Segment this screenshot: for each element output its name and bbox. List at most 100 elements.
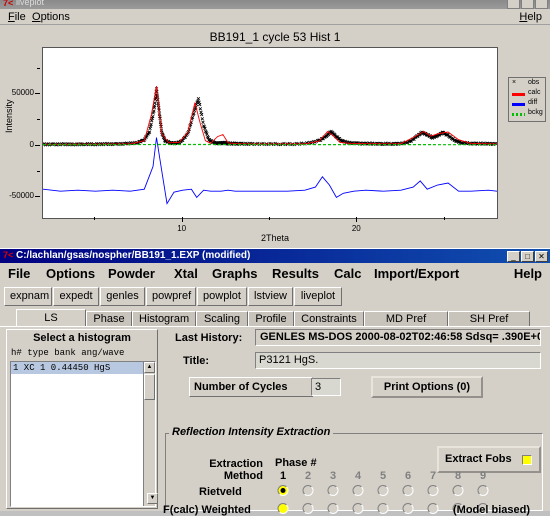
toolbar-button-expnam[interactable]: expnam xyxy=(4,287,52,306)
gsas-icon: 7< xyxy=(3,0,14,8)
menu-item-options[interactable]: Options xyxy=(46,266,95,281)
liveplot-window-buttons[interactable] xyxy=(506,0,548,9)
fcalc-weighted-radio-phase-5[interactable] xyxy=(377,503,389,514)
menu-item-calc[interactable]: Calc xyxy=(334,266,361,281)
toolbar-button-powplot[interactable]: powplot xyxy=(197,287,247,306)
xtick-mark-minor xyxy=(443,217,445,220)
xtick-mark-minor xyxy=(94,217,96,220)
expgui-window-buttons[interactable]: _ □ ✕ xyxy=(506,250,548,262)
chart-title: BB191_1 cycle 53 Hist 1 xyxy=(209,30,341,44)
tab-scaling[interactable]: Scaling xyxy=(196,311,248,327)
legend-entry: calc xyxy=(511,89,543,100)
phase-number-5: 5 xyxy=(379,470,387,482)
title-label: Title: xyxy=(183,355,210,367)
fcalc-weighted-radio-phase-6[interactable] xyxy=(402,503,414,514)
histogram-scrollbar[interactable]: ▲ ▼ xyxy=(143,362,158,506)
fcalc-weighted-radio-phase-3[interactable] xyxy=(327,503,339,514)
print-options-button[interactable]: Print Options (0) xyxy=(371,376,483,398)
expgui-tabbar[interactable]: LS ControlsPhaseHistogramScalingProfileC… xyxy=(0,309,550,340)
rietveld-radio-phase-3[interactable] xyxy=(327,485,339,496)
liveplot-window: 7< liveplot FFileile Options Help BB191_… xyxy=(0,0,550,248)
expgui-toolbar[interactable]: expnam expedt genles powpref powplot lstview l… xyxy=(0,285,550,309)
title-input[interactable]: P3121 HgS. xyxy=(255,352,541,369)
extract-fobs-checkbox[interactable] xyxy=(522,455,532,465)
histogram-selector-title: Select a histogram xyxy=(33,332,131,344)
rietveld-radio-phase-9[interactable] xyxy=(477,485,489,496)
toolbar-button-lstview[interactable]: lstview xyxy=(248,287,293,306)
liveplot-menubar[interactable]: FFileile Options Help xyxy=(0,9,550,25)
menu-item-help[interactable]: Help xyxy=(519,11,542,23)
menu-item-file[interactable]: FFileile xyxy=(8,11,26,23)
minimize-icon[interactable]: _ xyxy=(507,251,520,262)
menu-item-powder[interactable]: Powder xyxy=(108,266,155,281)
extract-fobs-button[interactable]: Extract Fobs xyxy=(437,446,541,473)
chart-yaxis-ticks: 50000 0 -50000 xyxy=(0,47,40,219)
extraction-method-label-line1: Extraction xyxy=(209,458,263,470)
menu-item-file[interactable]: File xyxy=(8,266,30,281)
histogram-selector-panel: Select a histogram h# type bank ang/wave… xyxy=(6,329,158,509)
tab-profile[interactable]: Profile xyxy=(248,311,294,327)
phase-number-9: 9 xyxy=(479,470,487,482)
rietveld-radio-phase-7[interactable] xyxy=(427,485,439,496)
chart-plot-box[interactable] xyxy=(42,47,498,219)
toolbar-button-expedt[interactable]: expedt xyxy=(53,287,99,306)
fcalc-weighted-radio-phase-2[interactable] xyxy=(302,503,314,514)
menu-item-results[interactable]: Results xyxy=(272,266,319,281)
scrollbar-thumb[interactable] xyxy=(144,374,155,400)
scroll-down-icon[interactable]: ▼ xyxy=(147,493,158,504)
tab-phase[interactable]: Phase xyxy=(86,311,132,327)
menu-item-graphs[interactable]: Graphs xyxy=(212,266,258,281)
fcalc-weighted-radio-phase-4[interactable] xyxy=(352,503,364,514)
rietveld-radio-row[interactable] xyxy=(163,485,541,498)
dashed-line-icon xyxy=(512,113,525,116)
maximize-icon[interactable] xyxy=(521,0,534,9)
tab-ls-controls[interactable]: LS Controls xyxy=(16,309,86,340)
toolbar-button-genles[interactable]: genles xyxy=(100,287,145,306)
tab-sh-pref-orient[interactable]: SH Pref Orient xyxy=(448,311,530,339)
menu-item-import-export[interactable]: Import/Export xyxy=(374,266,459,281)
toolbar-button-liveplot[interactable]: liveplot xyxy=(294,287,342,306)
phase-number-4: 4 xyxy=(354,470,362,482)
rietveld-radio-phase-1[interactable] xyxy=(277,485,289,496)
last-history-label: Last History: xyxy=(175,332,243,344)
close-icon[interactable]: ✕ xyxy=(535,251,548,262)
menu-item-options[interactable]: Options xyxy=(32,11,70,23)
close-icon[interactable] xyxy=(535,0,548,9)
chart-legend: × obs calc diff bckg xyxy=(508,77,546,122)
legend-label: calc xyxy=(528,89,541,96)
minimize-icon[interactable] xyxy=(507,0,520,9)
expgui-menubar[interactable]: File Options Powder Xtal Graphs Results Calc Im… xyxy=(0,263,550,285)
histogram-list-wrapper: 1 XC 1 0.44450 HgS ▲ ▼ xyxy=(10,361,158,507)
liveplot-titlebar[interactable]: 7< liveplot xyxy=(0,0,550,9)
solid-line-icon xyxy=(512,103,525,106)
menu-item-help[interactable]: Help xyxy=(514,266,542,281)
legend-label: diff xyxy=(528,99,538,106)
tab-md-pref-orient[interactable]: MD Pref Orient xyxy=(364,311,448,339)
scroll-up-icon[interactable]: ▲ xyxy=(144,362,155,373)
rietveld-radio-phase-6[interactable] xyxy=(402,485,414,496)
rietveld-radio-phase-2[interactable] xyxy=(302,485,314,496)
expgui-titlebar[interactable]: 7< C:/lachlan/gsas/nospher/BB191_1.EXP (… xyxy=(0,249,550,263)
ls-controls-right-column: Last History: GENLES MS-DOS 2000-08-02T0… xyxy=(163,327,547,516)
rietveld-radio-phase-4[interactable] xyxy=(352,485,364,496)
ytick-mark xyxy=(35,144,40,146)
histogram-list[interactable]: 1 XC 1 0.44450 HgS xyxy=(11,362,143,506)
solid-line-icon xyxy=(512,93,525,96)
phase-header-label: Phase # xyxy=(275,457,317,469)
tab-constraints[interactable]: Constraints xyxy=(294,311,364,327)
rietveld-radio-phase-8[interactable] xyxy=(452,485,464,496)
fcalc-weighted-radio-phase-7[interactable] xyxy=(427,503,439,514)
xtick-label: 10 xyxy=(177,224,187,233)
ytick-label: -50000 xyxy=(9,191,34,201)
fcalc-weighted-radio-phase-1[interactable] xyxy=(277,503,289,514)
rietveld-radio-phase-5[interactable] xyxy=(377,485,389,496)
maximize-icon[interactable]: □ xyxy=(521,251,534,262)
ls-controls-panel: Select a histogram h# type bank ang/wave… xyxy=(0,327,550,516)
x-marker-icon: × xyxy=(512,79,517,86)
cycles-input[interactable]: 3 xyxy=(311,378,341,396)
menu-item-xtal[interactable]: Xtal xyxy=(174,266,198,281)
list-item[interactable]: 1 XC 1 0.44450 HgS xyxy=(11,362,143,374)
toolbar-button-powpref[interactable]: powpref xyxy=(146,287,196,306)
xtick-label: 20 xyxy=(351,224,361,233)
tab-histogram[interactable]: Histogram xyxy=(132,311,196,327)
